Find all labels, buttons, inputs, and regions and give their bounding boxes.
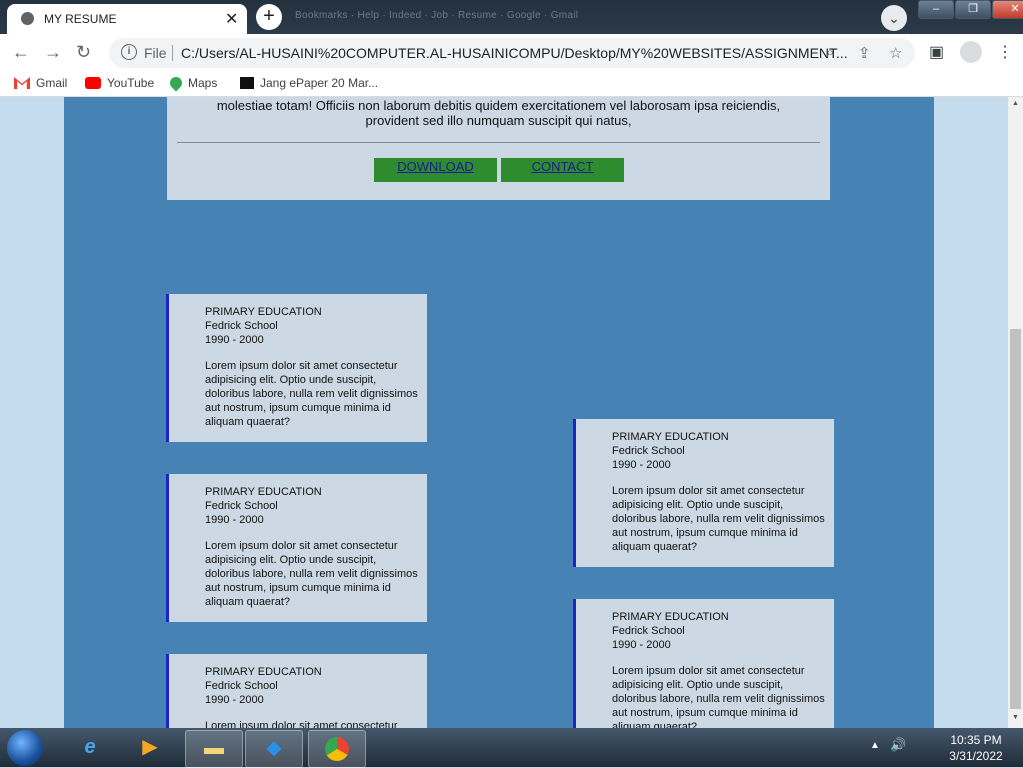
education-card: PRIMARY EDUCATION Fedrick School 1990 - 20… <box>166 294 427 442</box>
education-card: PRIMARY EDUCATION Fedrick School 1990 - 20… <box>573 599 834 728</box>
window-controls: – ❐ ✕ <box>918 0 1023 19</box>
education-title: PRIMARY EDUCATION <box>612 431 729 443</box>
education-school: Fedrick School <box>612 625 685 637</box>
intro-card: molestiae totam! Officiis non laborum de… <box>167 97 830 200</box>
address-bar[interactable]: i File C:/Users/AL-HUSAINI%20COMPUTER.AL… <box>109 38 915 68</box>
clock-time: 10:35 PM <box>950 733 1002 747</box>
url-text[interactable]: C:/Users/AL-HUSAINI%20COMPUTER.AL-HUSAIN… <box>181 45 848 61</box>
education-card: PRIMARY EDUCATION Fedrick School 1990 - 20… <box>166 474 427 622</box>
education-years: 1990 - 2000 <box>612 459 671 471</box>
gmail-icon <box>14 77 30 89</box>
forward-button[interactable]: → <box>44 42 62 63</box>
browser-toolbar: ← → ↻ i File C:/Users/AL-HUSAINI%20COMPU… <box>0 34 1023 72</box>
omnibox-divider <box>172 45 173 61</box>
info-icon[interactable]: i <box>121 44 137 60</box>
education-title: PRIMARY EDUCATION <box>612 611 729 623</box>
windows-taskbar: e ▶ ▬ ◆ ▲ 🔊 10:35 PM 3/31/2022 <box>0 728 1023 768</box>
education-years: 1990 - 2000 <box>205 334 264 346</box>
education-years: 1990 - 2000 <box>612 639 671 651</box>
scrollbar-thumb[interactable] <box>1010 329 1021 709</box>
maps-icon <box>167 74 185 92</box>
intro-text-line1: molestiae totam! Officiis non laborum de… <box>216 98 781 113</box>
download-button[interactable]: DOWNLOAD <box>374 158 497 182</box>
globe-icon <box>21 12 34 25</box>
education-school: Fedrick School <box>205 500 278 512</box>
scroll-up-arrow-icon[interactable]: ▲ <box>1012 100 1019 107</box>
background-tabs: Bookmarks · Help · Indeed · Job · Resume… <box>295 10 579 21</box>
side-panel-icon[interactable]: ▣ <box>929 42 944 62</box>
reload-button[interactable]: ↻ <box>76 42 91 63</box>
share-icon[interactable]: ⇪ <box>858 44 871 62</box>
education-school: Fedrick School <box>612 445 685 457</box>
education-description: Lorem ipsum dolor sit amet consectetur a… <box>612 665 825 728</box>
back-button[interactable]: ← <box>12 42 30 63</box>
education-description: Lorem ipsum dolor sit amet consectetur a… <box>612 485 825 553</box>
show-hidden-icons[interactable]: ▲ <box>870 740 880 751</box>
minimize-button[interactable]: – <box>918 0 954 19</box>
system-clock[interactable]: 10:35 PM 3/31/2022 <box>940 732 1012 764</box>
vscode-icon[interactable]: ◆ <box>245 730 303 768</box>
bookmark-maps[interactable]: Maps <box>167 74 217 92</box>
education-description: Lorem ipsum dolor sit amet consectetur a… <box>205 720 398 728</box>
education-card: PRIMARY EDUCATION Fedrick School 1990 - 20… <box>166 654 427 728</box>
education-description: Lorem ipsum dolor sit amet consectetur a… <box>205 360 418 428</box>
jang-icon <box>240 77 254 89</box>
education-school: Fedrick School <box>205 680 278 692</box>
divider <box>177 142 820 143</box>
file-explorer-icon[interactable]: ▬ <box>185 730 243 768</box>
education-years: 1990 - 2000 <box>205 694 264 706</box>
start-orb[interactable] <box>7 730 43 766</box>
education-description: Lorem ipsum dolor sit amet consectetur a… <box>205 540 418 608</box>
tab-my-resume[interactable]: MY RESUME ✕ <box>7 4 247 34</box>
bookmark-jang[interactable]: Jang ePaper 20 Mar... <box>240 76 378 90</box>
maximize-button[interactable]: ❐ <box>955 0 991 19</box>
education-school: Fedrick School <box>205 320 278 332</box>
bookmark-youtube[interactable]: YouTube <box>85 76 154 90</box>
tab-strip: MY RESUME ✕ + Bookmarks · Help · Indeed … <box>0 0 1023 34</box>
volume-icon[interactable]: 🔊 <box>890 737 906 753</box>
education-title: PRIMARY EDUCATION <box>205 666 322 678</box>
page-viewport: molestiae totam! Officiis non laborum de… <box>0 97 1008 728</box>
education-card: PRIMARY EDUCATION Fedrick School 1990 - 20… <box>573 419 834 567</box>
education-title: PRIMARY EDUCATION <box>205 306 322 318</box>
intro-text-line2: provident sed illo numquam suscipit qui … <box>365 113 632 128</box>
tab-search-button[interactable]: ⌄ <box>881 5 907 31</box>
bookmarks-bar: Gmail YouTube Maps Jang ePaper 20 Mar... <box>0 72 1023 97</box>
new-tab-button[interactable]: + <box>256 4 282 30</box>
vertical-scrollbar[interactable]: ▲ ▼ <box>1008 97 1023 728</box>
contact-button[interactable]: CONTACT <box>501 158 624 182</box>
scroll-down-arrow-icon[interactable]: ▼ <box>1012 714 1019 721</box>
close-tab-icon[interactable]: ✕ <box>225 9 238 29</box>
bookmark-gmail[interactable]: Gmail <box>14 76 67 90</box>
zoom-icon[interactable]: ⌕ <box>826 44 834 61</box>
internet-explorer-icon[interactable]: e <box>62 730 118 766</box>
education-title: PRIMARY EDUCATION <box>205 486 322 498</box>
media-player-icon[interactable]: ▶ <box>122 730 178 766</box>
menu-icon[interactable]: ⋮ <box>997 42 1013 62</box>
bookmark-star-icon[interactable]: ☆ <box>889 44 902 62</box>
resume-panel: molestiae totam! Officiis non laborum de… <box>64 97 934 728</box>
profile-avatar[interactable] <box>960 41 982 63</box>
chrome-icon[interactable] <box>308 730 366 768</box>
youtube-icon <box>85 77 101 89</box>
education-years: 1990 - 2000 <box>205 514 264 526</box>
tab-title: MY RESUME <box>44 12 117 26</box>
close-window-button[interactable]: ✕ <box>992 0 1023 19</box>
clock-date: 3/31/2022 <box>949 749 1003 763</box>
scheme-label: File <box>144 45 167 61</box>
